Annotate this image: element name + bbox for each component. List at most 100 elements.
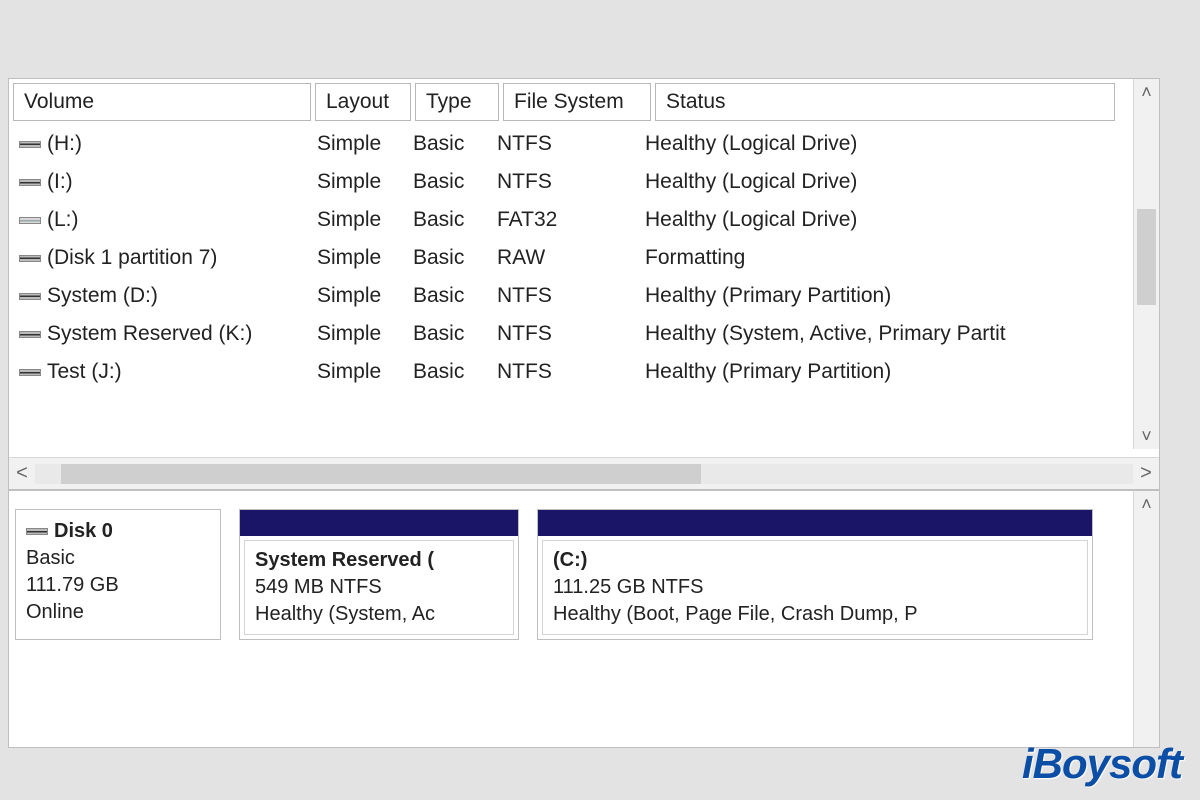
partition-name: (C:) [553, 549, 587, 571]
disk-state: Online [26, 599, 210, 626]
volume-name: (I:) [47, 170, 73, 194]
volume-vertical-scrollbar[interactable]: ˄ ˅ [1133, 79, 1159, 449]
status-cell: Healthy (System, Active, Primary Partit [639, 320, 1099, 348]
table-row[interactable]: System Reserved (K:) SimpleBasicNTFSHealt… [13, 315, 1159, 353]
fs-cell: RAW [491, 244, 639, 272]
column-header-type[interactable]: Type [415, 83, 499, 121]
layout-cell: Simple [311, 244, 407, 272]
column-header-layout[interactable]: Layout [315, 83, 411, 121]
type-cell: Basic [407, 244, 491, 272]
table-row[interactable]: (H:) SimpleBasicNTFSHealthy (Logical Driv… [13, 125, 1159, 163]
scroll-left-icon[interactable]: < [9, 462, 35, 485]
volume-cell: (Disk 1 partition 7) [13, 244, 311, 272]
type-cell: Basic [407, 130, 491, 158]
drive-icon [19, 293, 41, 300]
volume-name: (L:) [47, 208, 79, 232]
drive-icon [19, 179, 41, 186]
disk-row: Disk 0 Basic 111.79 GB Online System Res… [15, 509, 1159, 640]
disk-size: 111.79 GB [26, 572, 210, 599]
volume-table: Volume Layout Type File System Status (H… [9, 79, 1159, 391]
scroll-thumb[interactable] [1137, 209, 1156, 305]
table-row[interactable]: System (D:) SimpleBasicNTFSHealthy (Prima… [13, 277, 1159, 315]
status-cell: Healthy (Logical Drive) [639, 168, 1099, 196]
volume-list-pane: Volume Layout Type File System Status (H… [9, 79, 1159, 491]
drive-icon [19, 255, 41, 262]
scroll-right-icon[interactable]: > [1133, 462, 1159, 485]
column-header-filesystem[interactable]: File System [503, 83, 651, 121]
drive-icon [19, 369, 41, 376]
volume-name: System Reserved (K:) [47, 322, 252, 346]
scroll-down-icon[interactable]: ˅ [1134, 423, 1159, 449]
layout-cell: Simple [311, 206, 407, 234]
disk-icon [26, 528, 48, 535]
type-cell: Basic [407, 320, 491, 348]
disk-graphic-pane: Disk 0 Basic 111.79 GB Online System Res… [9, 491, 1159, 747]
disk-info-box[interactable]: Disk 0 Basic 111.79 GB Online [15, 509, 221, 640]
column-header-row: Volume Layout Type File System Status [13, 79, 1159, 125]
drive-icon [19, 141, 41, 148]
status-cell: Healthy (Primary Partition) [639, 282, 1099, 310]
partition-status: Healthy (System, Ac [255, 603, 435, 625]
disk-type: Basic [26, 545, 210, 572]
disk-management-window: Volume Layout Type File System Status (H… [8, 78, 1160, 748]
type-cell: Basic [407, 282, 491, 310]
table-row[interactable]: (L:) SimpleBasicFAT32Healthy (Logical Dri… [13, 201, 1159, 239]
volume-horizontal-scrollbar[interactable]: < > [9, 457, 1159, 489]
layout-cell: Simple [311, 168, 407, 196]
disk-title-label: Disk 0 [54, 518, 113, 545]
layout-cell: Simple [311, 282, 407, 310]
type-cell: Basic [407, 206, 491, 234]
column-header-volume[interactable]: Volume [13, 83, 311, 121]
layout-cell: Simple [311, 320, 407, 348]
volume-cell: (H:) [13, 130, 311, 158]
volume-cell: System (D:) [13, 282, 311, 310]
layout-cell: Simple [311, 358, 407, 386]
volume-cell: (L:) [13, 206, 311, 234]
partition-body: (C:) 111.25 GB NTFS Healthy (Boot, Page … [542, 540, 1088, 635]
watermark-logo: iBoysoft [1022, 740, 1182, 788]
scroll-track[interactable] [35, 464, 1133, 484]
fs-cell: NTFS [491, 358, 639, 386]
table-row[interactable]: Test (J:) SimpleBasicNTFSHealthy (Primary… [13, 353, 1159, 391]
volume-name: (Disk 1 partition 7) [47, 246, 217, 270]
disk-title: Disk 0 [26, 518, 210, 545]
table-row[interactable]: (I:) SimpleBasicNTFSHealthy (Logical Driv… [13, 163, 1159, 201]
status-cell: Healthy (Primary Partition) [639, 358, 1099, 386]
disk-vertical-scrollbar[interactable]: ˄ [1133, 491, 1159, 747]
volume-cell: (I:) [13, 168, 311, 196]
layout-cell: Simple [311, 130, 407, 158]
fs-cell: FAT32 [491, 206, 639, 234]
volume-cell: System Reserved (K:) [13, 320, 311, 348]
type-cell: Basic [407, 168, 491, 196]
column-header-status[interactable]: Status [655, 83, 1115, 121]
partition-size: 111.25 GB NTFS [553, 576, 703, 598]
partition-size: 549 MB NTFS [255, 576, 382, 598]
partition-body: System Reserved ( 549 MB NTFS Healthy (S… [244, 540, 514, 635]
fs-cell: NTFS [491, 282, 639, 310]
scroll-thumb[interactable] [61, 464, 701, 484]
volume-name: Test (J:) [47, 360, 122, 384]
scroll-up-icon[interactable]: ˄ [1134, 79, 1159, 105]
fs-cell: NTFS [491, 168, 639, 196]
watermark-text-2: oysoft [1062, 740, 1182, 788]
partition-status: Healthy (Boot, Page File, Crash Dump, P [553, 603, 918, 625]
scroll-up-icon[interactable]: ˄ [1134, 491, 1159, 517]
partition-box[interactable]: System Reserved ( 549 MB NTFS Healthy (S… [239, 509, 519, 640]
type-cell: Basic [407, 358, 491, 386]
partition-color-band [538, 510, 1092, 536]
partition-color-band [240, 510, 518, 536]
partition-name: System Reserved ( [255, 549, 434, 571]
watermark-text-1: iB [1022, 740, 1062, 788]
volume-name: System (D:) [47, 284, 158, 308]
partition-box[interactable]: (C:) 111.25 GB NTFS Healthy (Boot, Page … [537, 509, 1093, 640]
status-cell: Healthy (Logical Drive) [639, 206, 1099, 234]
fs-cell: NTFS [491, 320, 639, 348]
fs-cell: NTFS [491, 130, 639, 158]
drive-icon [19, 217, 41, 224]
volume-cell: Test (J:) [13, 358, 311, 386]
status-cell: Healthy (Logical Drive) [639, 130, 1099, 158]
drive-icon [19, 331, 41, 338]
status-cell: Formatting [639, 244, 1099, 272]
volume-name: (H:) [47, 132, 82, 156]
table-row[interactable]: (Disk 1 partition 7) SimpleBasicRAWFormat… [13, 239, 1159, 277]
